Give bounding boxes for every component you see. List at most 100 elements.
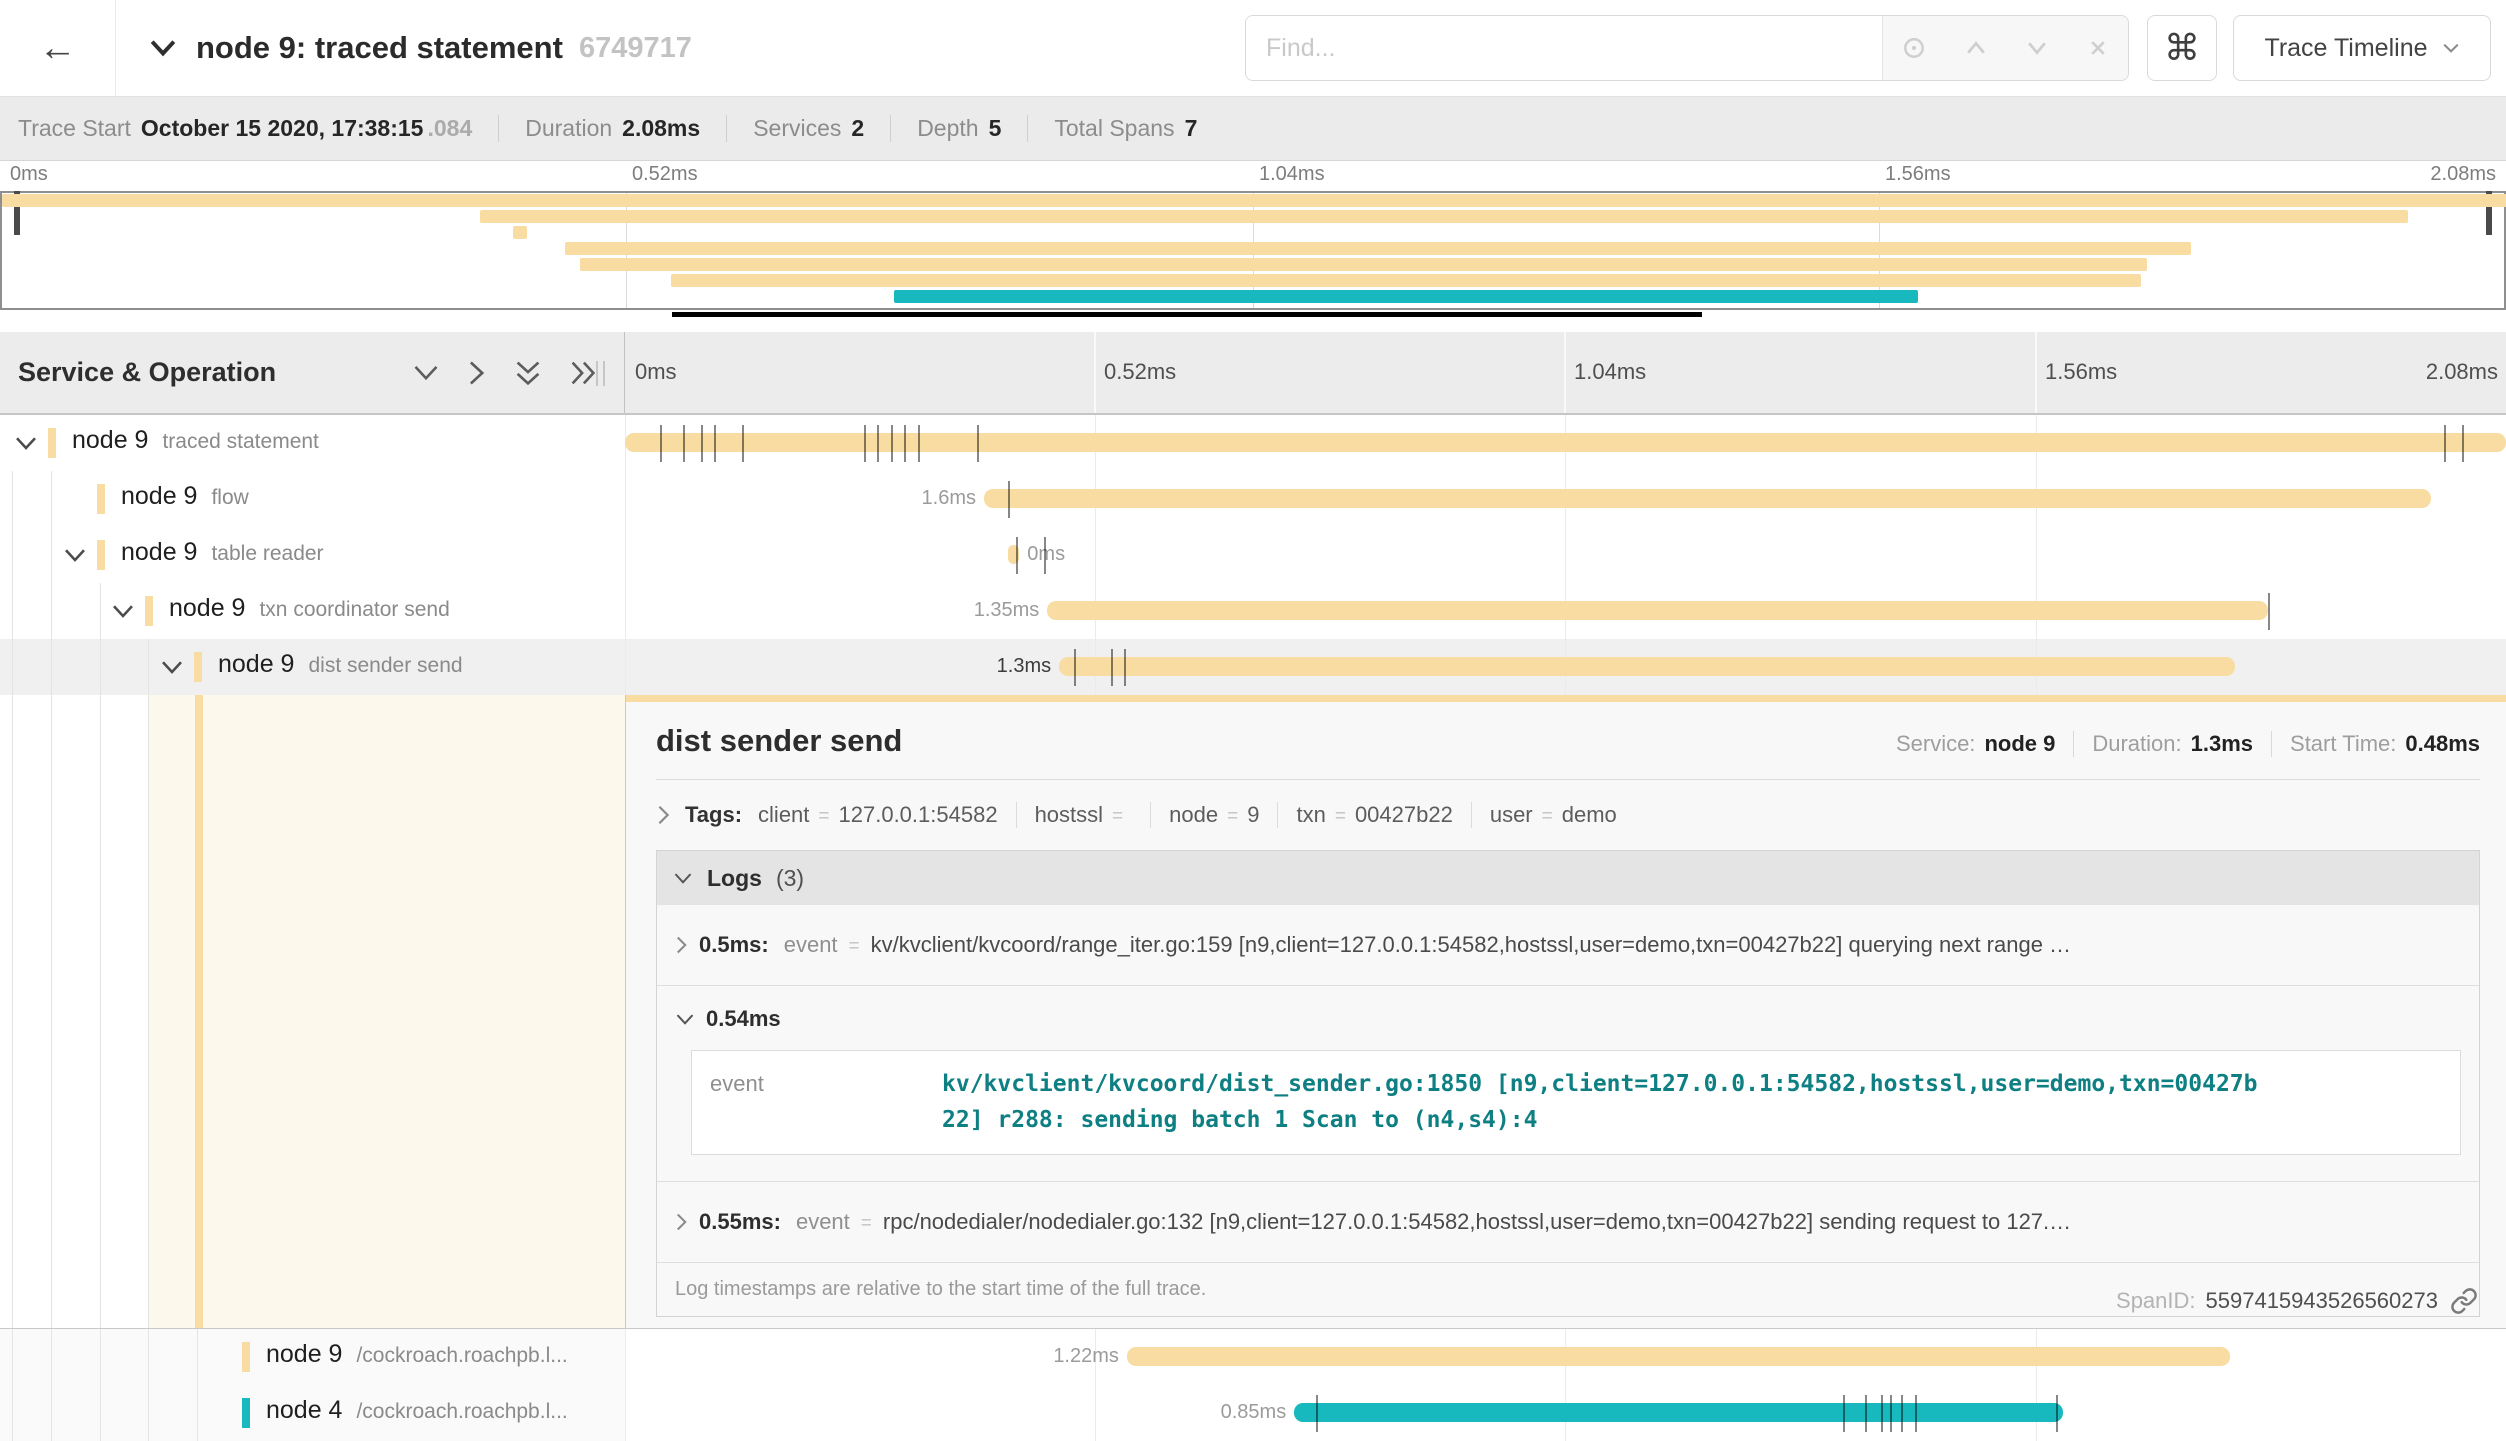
chevron-right-icon	[656, 804, 671, 826]
log-tick-marker	[918, 425, 920, 462]
span-bar[interactable]	[1294, 1403, 2063, 1422]
column-resizer-grip[interactable]	[596, 361, 605, 386]
log-row[interactable]: 0.5ms: event = kv/kvclient/kvcoord/range…	[657, 905, 2479, 985]
tree-guide-line	[51, 583, 52, 639]
tree-guide-line	[100, 1329, 101, 1385]
span-bar[interactable]	[1127, 1347, 2230, 1366]
span-row: node 9 flow 1.6ms	[0, 471, 2506, 527]
timeline-ruler: 0ms 0.52ms 1.04ms 1.56ms 2.08ms	[625, 332, 2506, 413]
minimap-scroll-indicator[interactable]	[672, 312, 1702, 317]
span-bar[interactable]	[1059, 657, 2235, 676]
span-timeline-cell[interactable]: 0.85ms	[625, 1385, 2506, 1441]
tree-guide-line	[12, 1385, 13, 1441]
collapse-chevron-icon[interactable]	[63, 548, 87, 563]
timeline-gridline	[1095, 527, 1096, 583]
collapse-chevron-icon[interactable]	[14, 436, 38, 451]
span-operation-name: flow	[211, 486, 248, 509]
span-bar[interactable]	[984, 489, 2431, 508]
tree-guide-line	[12, 1329, 13, 1385]
log-tick-marker	[2056, 1395, 2058, 1432]
focus-target-icon[interactable]	[1900, 34, 1928, 62]
log-tick-marker	[742, 425, 744, 462]
tag-item: user=demo	[1490, 802, 1617, 828]
log-tick-marker	[1111, 649, 1113, 686]
span-name-cell[interactable]: node 9txn coordinator send	[0, 583, 625, 639]
find-toolbar	[1882, 16, 2128, 80]
span-timeline-cell[interactable]: 1.3ms	[625, 639, 2506, 695]
span-name-cell[interactable]: node 4/cockroach.roachpb.l...	[0, 1385, 625, 1441]
ruler-label: 0ms	[635, 359, 677, 385]
view-selector-button[interactable]: Trace Timeline	[2233, 15, 2491, 81]
tree-guide-line	[51, 1385, 52, 1441]
span-operation-name: dist sender send	[308, 654, 462, 677]
find-next-icon[interactable]	[2023, 34, 2051, 62]
span-bar[interactable]	[1047, 601, 2268, 620]
span-timeline-cell[interactable]: 1.22ms	[625, 1329, 2506, 1385]
minimap-canvas[interactable]	[0, 191, 2506, 310]
stat-total-spans: Total Spans 7	[1027, 115, 1223, 142]
tags-accordion[interactable]: Tags: client=127.0.0.1:54582 hostssl= no…	[656, 802, 2480, 828]
deep-link-icon[interactable]	[2450, 1287, 2478, 1315]
trace-minimap: 0ms 0.52ms 1.04ms 1.56ms 2.08ms	[0, 161, 2506, 332]
expand-one-icon[interactable]	[468, 359, 486, 387]
span-color-bar	[194, 652, 202, 682]
span-name-cell[interactable]: node 9table reader	[0, 527, 625, 583]
collapse-all-icon[interactable]	[514, 360, 542, 386]
page-title: node 9: traced statement	[196, 30, 563, 66]
expand-all-icon[interactable]	[570, 359, 596, 387]
ruler-label: 2.08ms	[2426, 359, 2498, 385]
tree-guide-line	[148, 639, 149, 695]
minimap-span-bar	[671, 274, 2141, 287]
span-timeline-cell[interactable]: 0ms	[625, 527, 2506, 583]
keyboard-shortcuts-button[interactable]: ⌘	[2147, 15, 2217, 81]
span-bar[interactable]	[1008, 545, 1019, 564]
log-row[interactable]: 0.55ms: event = rpc/nodedialer/nodediale…	[657, 1181, 2479, 1262]
clear-find-icon[interactable]	[2085, 35, 2111, 61]
service-operation-header: Service & Operation	[0, 332, 625, 413]
span-timeline-cell[interactable]: 1.35ms	[625, 583, 2506, 639]
span-name-cell[interactable]: node 9traced statement	[0, 415, 625, 471]
span-detail-panel: dist sender send Service: node 9 Duratio…	[625, 695, 2506, 1328]
log-kv-value: kv/kvclient/kvcoord/dist_sender.go:1850 …	[942, 1067, 2262, 1138]
chevron-right-icon	[675, 935, 688, 955]
collapse-chevron-icon[interactable]	[111, 604, 135, 619]
find-bar	[1245, 15, 2129, 81]
chevron-down-icon	[2442, 42, 2460, 54]
log-tick-marker	[1890, 1395, 1892, 1432]
log-tick-marker	[891, 425, 893, 462]
tag-item: node=9	[1169, 802, 1259, 828]
span-detail-row: dist sender send Service: node 9 Duratio…	[0, 695, 2506, 1329]
log-tick-marker	[660, 425, 662, 462]
tree-guide-line	[197, 1385, 198, 1441]
logs-header[interactable]: Logs (3)	[657, 851, 2479, 905]
span-service-name: node 9	[121, 482, 197, 510]
trace-collapse-chevron-icon[interactable]	[148, 39, 178, 57]
span-name-cell[interactable]: node 9dist sender send	[0, 639, 625, 695]
span-color-bar	[48, 428, 56, 458]
tag-divider	[1471, 802, 1472, 828]
tree-guide-line	[12, 471, 13, 527]
tree-guide-line	[51, 527, 52, 583]
span-timeline-cell[interactable]: 1.6ms	[625, 471, 2506, 527]
tag-item: client=127.0.0.1:54582	[758, 802, 998, 828]
span-rows-below-detail: node 9/cockroach.roachpb.l...1.22msnode …	[0, 1329, 2506, 1441]
tree-guide-line	[100, 639, 101, 695]
timeline-gridline	[2036, 527, 2037, 583]
log-kv-table: event kv/kvclient/kvcoord/dist_sender.go…	[691, 1050, 2461, 1155]
log-row-expanded-header[interactable]: 0.54ms	[675, 1006, 2461, 1032]
collapse-one-icon[interactable]	[412, 364, 440, 382]
back-button[interactable]: ←	[0, 0, 116, 96]
span-timeline-cell[interactable]	[625, 415, 2506, 471]
span-operation-name: table reader	[211, 542, 323, 565]
find-input[interactable]	[1246, 16, 1882, 80]
span-duration-label: 1.35ms	[974, 599, 1040, 622]
span-name-cell[interactable]: node 9 flow	[0, 471, 625, 527]
span-row: node 9txn coordinator send 1.35ms	[0, 583, 2506, 639]
span-bar[interactable]	[625, 433, 2506, 452]
span-id-row: SpanID: 5597415943526560273	[2116, 1287, 2478, 1315]
collapse-chevron-icon[interactable]	[160, 660, 184, 675]
minimap-axis-label: 0ms	[10, 163, 48, 186]
span-name-cell[interactable]: node 9/cockroach.roachpb.l...	[0, 1329, 625, 1385]
find-prev-icon[interactable]	[1962, 34, 1990, 62]
span-rows-above-detail: node 9traced statementnode 9flow1.6msnod…	[0, 415, 2506, 695]
